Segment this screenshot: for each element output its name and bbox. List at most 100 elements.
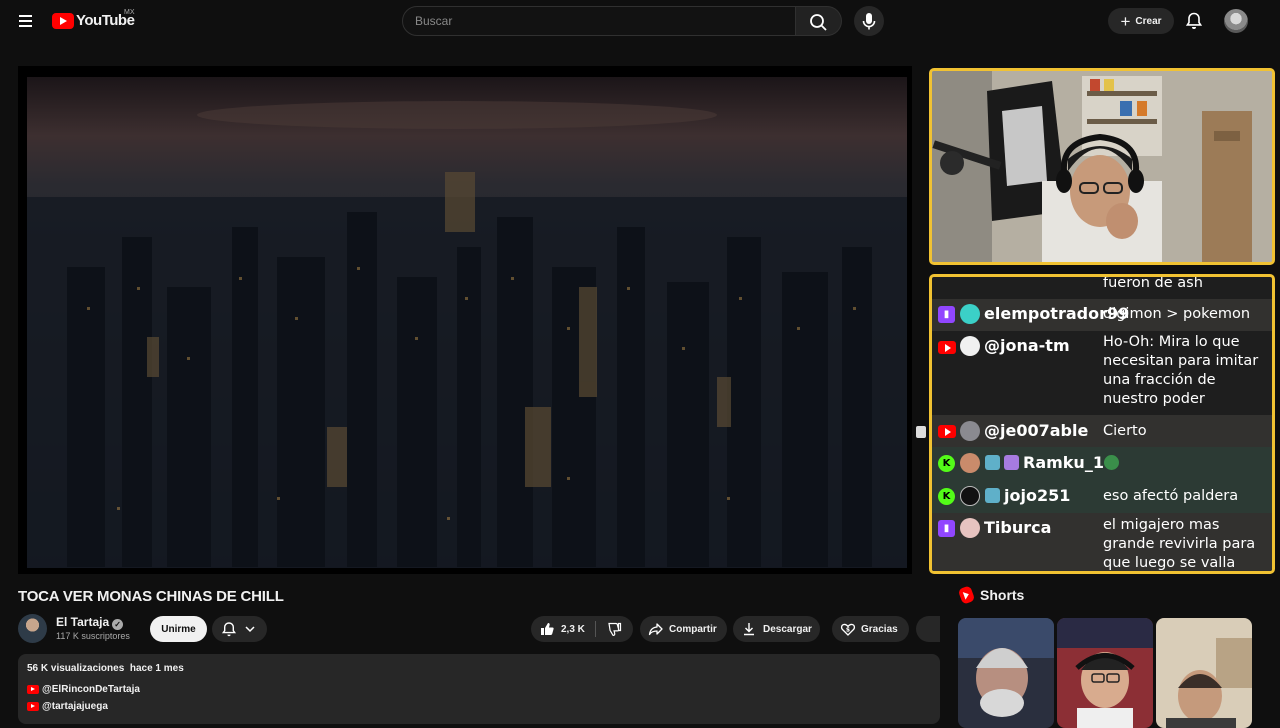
channel-name[interactable]: El Tartaja ✓ [56, 615, 124, 630]
chat-overlay: fueron de ash ▮ elempotrador99 digimon >… [929, 274, 1275, 574]
search-input[interactable] [403, 7, 795, 35]
kick-icon: K [938, 455, 955, 472]
thumbs-down-icon [608, 622, 622, 637]
notifications-button[interactable] [1182, 9, 1206, 33]
subscriber-count: 117 K suscriptores [56, 631, 130, 641]
chat-username: @je007able [984, 421, 1089, 440]
join-button[interactable]: Unirme [150, 616, 207, 642]
youtube-logo[interactable]: YouTube [52, 12, 135, 29]
download-label: Descargar [763, 623, 812, 635]
link-text: @ElRinconDeTartaja [42, 684, 140, 695]
subscriber-badge-icon [985, 488, 1000, 503]
top-bar: YouTube MX + Crear [0, 0, 1280, 42]
chat-message-text: digimon > pokemon [1103, 306, 1251, 322]
shorts-icon [957, 585, 976, 605]
chat-username: Ramku_1 [1023, 453, 1104, 472]
youtube-icon [938, 425, 956, 438]
user-avatar [960, 453, 980, 473]
short-thumbnail[interactable] [1057, 618, 1153, 728]
share-label: Compartir [669, 623, 717, 635]
like-button[interactable]: 2,3 K [531, 616, 585, 642]
menu-icon[interactable] [14, 9, 38, 33]
channel-name-text: El Tartaja [56, 615, 110, 629]
create-button[interactable]: + Crear [1108, 8, 1174, 34]
chat-message: ▮ Tiburca el migajero mas grande revivir… [932, 513, 1272, 571]
chat-username: Tiburca [984, 518, 1052, 537]
subscriber-badge-icon [985, 455, 1000, 470]
thumbs-up-icon [541, 623, 554, 635]
city-skyline-image [27, 77, 907, 568]
chat-username: jojo251 [1004, 486, 1071, 505]
chat-message-text: eso afectó paldera [1103, 488, 1239, 504]
download-button[interactable]: Descargar [733, 616, 820, 642]
shorts-title: Shorts [980, 587, 1025, 603]
user-avatar [960, 421, 980, 441]
video-player[interactable] [18, 66, 926, 574]
chat-message-text: Cierto [1103, 423, 1147, 439]
description-meta: 56 K visualizaciones hace 1 mes [27, 663, 184, 674]
description-link[interactable]: @tartajajuega [27, 701, 108, 712]
more-actions-button[interactable] [916, 616, 940, 642]
youtube-icon [27, 685, 39, 694]
download-icon [744, 623, 754, 636]
channel-avatar[interactable] [18, 614, 47, 643]
description-link[interactable]: @ElRinconDeTartaja [27, 684, 140, 695]
youtube-icon [27, 702, 39, 711]
chat-message: fueron de ash [932, 275, 1272, 298]
dislike-button[interactable] [596, 616, 622, 642]
chat-username: @jona-tm [984, 336, 1070, 355]
chat-message: @jona-tm Ho-Oh: Mira lo que necesitan pa… [932, 331, 1272, 415]
create-label: Crear [1135, 15, 1162, 27]
description-box[interactable]: 56 K visualizaciones hace 1 mes @ElRinco… [18, 654, 940, 724]
gift-badge-icon [1004, 455, 1019, 470]
user-avatar [960, 486, 980, 506]
kick-icon: K [938, 488, 955, 505]
streamer-webcam-image [932, 71, 1272, 262]
youtube-icon [938, 341, 956, 354]
video-title: TOCA VER MONAS CHINAS DE CHILL [18, 588, 284, 605]
chat-message: @je007able Cierto [932, 415, 1272, 447]
chat-message: ▮ elempotrador99 digimon > pokemon [932, 299, 1272, 331]
thanks-label: Gracias [861, 623, 898, 635]
user-avatar [960, 304, 980, 324]
like-count: 2,3 K [561, 623, 585, 635]
bell-chevron-icon [221, 622, 255, 637]
search-button[interactable] [796, 6, 842, 36]
country-code: MX [124, 9, 135, 16]
plus-icon: + [1120, 11, 1131, 31]
link-text: @tartajajuega [42, 701, 108, 712]
user-avatar [960, 518, 980, 538]
share-icon [648, 623, 663, 636]
mic-icon [862, 13, 876, 30]
youtube-logo-icon [52, 12, 74, 29]
short-thumbnail-image [958, 618, 1054, 728]
short-thumbnail[interactable] [958, 618, 1054, 728]
thanks-heart-icon: $ [840, 623, 856, 636]
webcam-overlay [929, 68, 1275, 265]
twitch-icon: ▮ [938, 520, 955, 537]
like-dislike-group: 2,3 K [531, 616, 633, 642]
voice-search-button[interactable] [854, 6, 884, 36]
twitch-icon: ▮ [938, 306, 955, 323]
verified-icon: ✓ [112, 619, 124, 630]
thanks-button[interactable]: $ Gracias [832, 616, 909, 642]
short-thumbnail-image [1057, 618, 1153, 728]
short-thumbnail[interactable] [1156, 618, 1252, 728]
user-avatar [960, 336, 980, 356]
chat-message-text: Ho-Oh: Mira lo que necesitan para imitar… [1103, 334, 1259, 407]
frog-emote-icon [1104, 455, 1119, 470]
video-frame [27, 77, 907, 568]
subscription-bell-button[interactable] [212, 616, 267, 642]
publish-date: hace 1 mes [129, 663, 184, 674]
search-box [402, 6, 796, 36]
bell-icon [1185, 12, 1203, 29]
view-count: 56 K visualizaciones [27, 663, 125, 674]
search-icon [810, 14, 827, 31]
chat-message-text: fueron de ash [1103, 275, 1203, 291]
share-button[interactable]: Compartir [640, 616, 727, 642]
chat-message: K jojo251 eso afectó paldera [932, 480, 1272, 513]
short-thumbnail-image [1156, 618, 1252, 728]
svg-text:$: $ [846, 627, 850, 634]
shorts-header: Shorts [957, 585, 1025, 605]
account-avatar[interactable] [1224, 9, 1248, 33]
